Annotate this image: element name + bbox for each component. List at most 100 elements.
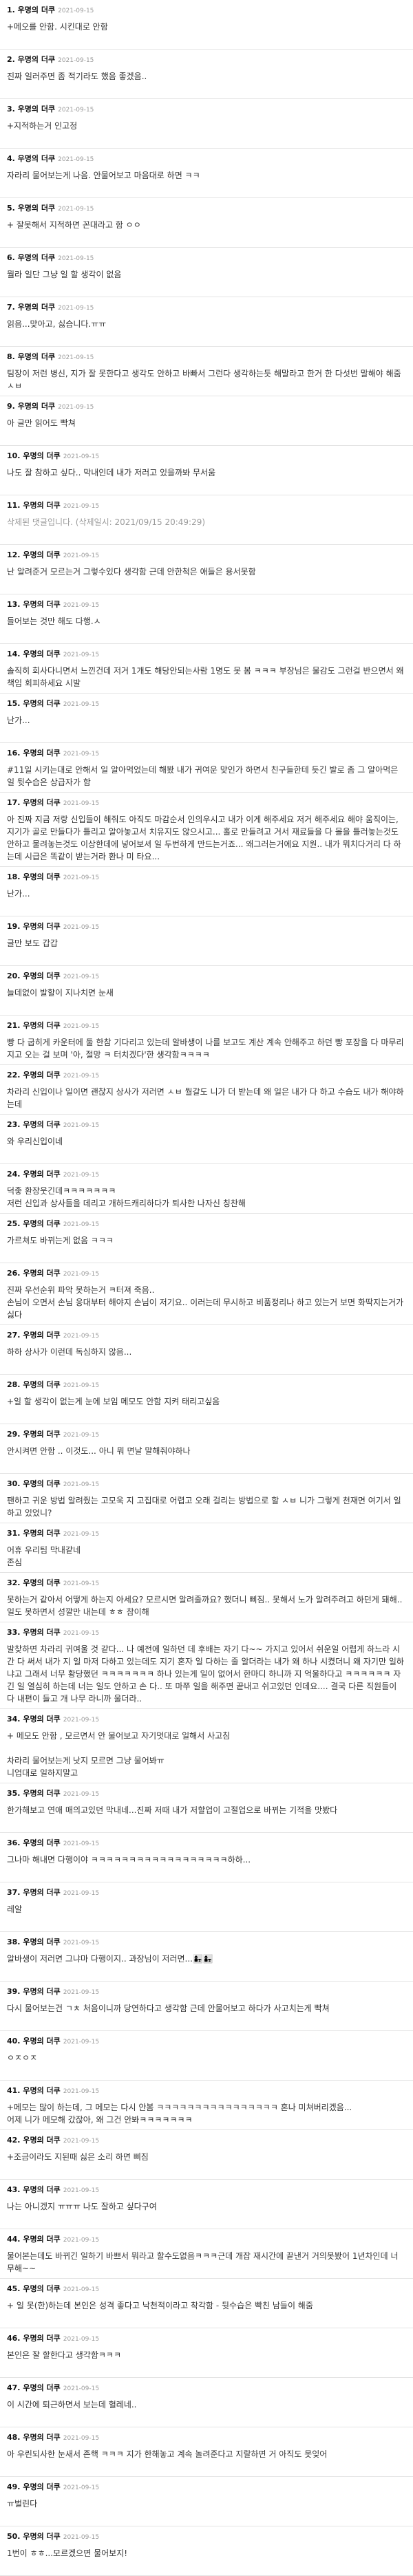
comment-header: 43. 우명의 더쿠 2021-09-15 — [7, 2185, 405, 2196]
comment-number[interactable]: 35. — [7, 1789, 21, 1798]
comment-author: 우명의 더쿠 — [20, 2136, 61, 2145]
comment-item: 47. 우명의 더쿠 2021-09-15 이 시간에 퇴근하면서 보는데 혈레네.… — [0, 2378, 413, 2427]
comment-date: 2021-09-15 — [63, 874, 100, 881]
comment-number[interactable]: 25. — [7, 1219, 21, 1228]
comment-item: 29. 우명의 더쿠 2021-09-15 안시켜면 안함 .. 이것도... 아니… — [0, 1424, 413, 1474]
comment-number[interactable]: 9. — [7, 402, 15, 411]
comment-header: 49. 우명의 더쿠 2021-09-15 — [7, 2482, 405, 2493]
comment-number[interactable]: 13. — [7, 600, 21, 609]
comment-date: 2021-09-15 — [58, 206, 94, 213]
comment-number[interactable]: 2. — [7, 55, 15, 64]
comment-number[interactable]: 4. — [7, 154, 15, 163]
comment-date: 2021-09-15 — [63, 2435, 100, 2442]
comment-body: 늘데없이 발할이 지나치면 눈새 — [7, 988, 114, 998]
comment-number[interactable]: 38. — [7, 1938, 21, 1946]
comment-item: 45. 우명의 더쿠 2021-09-15 + 일 못(한)하는데 본인은 성격 좋… — [0, 2279, 413, 2328]
comment-number[interactable]: 33. — [7, 1628, 21, 1637]
comment-body: 물어본는데도 바뀌긴 일하기 바쁘서 뭐라고 할수도없음ㅋㅋㅋ근데 개잡 재시간… — [7, 2251, 399, 2273]
comment-number[interactable]: 8. — [7, 352, 15, 361]
comment-number[interactable]: 29. — [7, 1430, 21, 1439]
comment-number[interactable]: 22. — [7, 1071, 21, 1080]
comment-item: 19. 우명의 더쿠 2021-09-15 글만 보도 갑갑 — [0, 916, 413, 966]
comment-header: 21. 우명의 더쿠 2021-09-15 — [7, 1020, 405, 1032]
comment-number[interactable]: 50. — [7, 2532, 21, 2541]
comment-date: 2021-09-15 — [63, 652, 100, 658]
comment-item: 39. 우명의 더쿠 2021-09-15 다시 물어보는건 ㄱㅊ 처음이니까 당연… — [0, 1982, 413, 2031]
comment-number[interactable]: 27. — [7, 1331, 21, 1340]
comment-header: 29. 우명의 더쿠 2021-09-15 — [7, 1429, 405, 1441]
comment-number[interactable]: 49. — [7, 2482, 21, 2491]
comment-header: 1. 우명의 더쿠 2021-09-15 — [7, 5, 405, 17]
comment-number[interactable]: 41. — [7, 2086, 21, 2095]
comment-author: 우명의 더쿠 — [20, 1838, 61, 1847]
comment-number[interactable]: 34. — [7, 1715, 21, 1724]
comment-number[interactable]: 46. — [7, 2334, 21, 2343]
comment-body: +지적하는거 인고정 — [7, 121, 78, 131]
comment-item: 22. 우명의 더쿠 2021-09-15 차라리 신입이나 일이면 괜찮지 상사가… — [0, 1065, 413, 1115]
comment-author: 우명의 더쿠 — [20, 972, 61, 980]
comment-number[interactable]: 23. — [7, 1120, 21, 1129]
comment-date: 2021-09-15 — [63, 1432, 100, 1439]
comment-number[interactable]: 40. — [7, 2037, 21, 2046]
comment-number[interactable]: 26. — [7, 1269, 21, 1278]
comment-header: 14. 우명의 더쿠 2021-09-15 — [7, 649, 405, 661]
comment-date: 2021-09-15 — [63, 1073, 100, 1080]
comment-body: 다시 물어보는건 ㄱㅊ 처음이니까 당연하다고 생각함 근데 안물어보고 하다가… — [7, 2004, 330, 2013]
comment-number[interactable]: 21. — [7, 1021, 21, 1030]
comment-author: 우명의 더쿠 — [20, 798, 61, 807]
comment-body: 차라리 신입이나 일이면 괜찮지 상사가 저러면 ㅅㅂ 뭘갈도 니가 더 받는데… — [7, 1087, 404, 1109]
comment-number[interactable]: 28. — [7, 1380, 21, 1389]
comment-author: 우명의 더쿠 — [20, 2235, 61, 2244]
comment-header: 12. 우명의 더쿠 2021-09-15 — [7, 550, 405, 561]
comment-author: 우명의 더쿠 — [14, 55, 56, 64]
comment-author: 우명의 더쿠 — [20, 2185, 61, 2194]
comment-number[interactable]: 20. — [7, 972, 21, 980]
comment-item: 17. 우명의 더쿠 2021-09-15 아 진짜 지금 저랑 신입들이 해줘도 … — [0, 793, 413, 867]
comment-header: 19. 우명의 더쿠 2021-09-15 — [7, 921, 405, 933]
comment-author: 우명의 더쿠 — [20, 1529, 61, 1538]
comment-number[interactable]: 15. — [7, 699, 21, 708]
comment-number[interactable]: 30. — [7, 1479, 21, 1488]
comment-number[interactable]: 36. — [7, 1838, 21, 1847]
comment-number[interactable]: 7. — [7, 303, 15, 312]
comment-number[interactable]: 12. — [7, 550, 21, 559]
comment-number[interactable]: 47. — [7, 2383, 21, 2392]
comment-item: 12. 우명의 더쿠 2021-09-15 난 알려준거 모르는거 그렇수있다 생각… — [0, 545, 413, 594]
comment-number[interactable]: 11. — [7, 501, 21, 510]
comment-author: 우명의 더쿠 — [20, 2334, 61, 2343]
comment-number[interactable]: 5. — [7, 204, 15, 213]
comment-number[interactable]: 10. — [7, 451, 21, 460]
comment-item: 20. 우명의 더쿠 2021-09-15 늘데없이 발할이 지나치면 눈새 — [0, 966, 413, 1016]
comment-number[interactable]: 24. — [7, 1170, 21, 1179]
comment-number[interactable]: 17. — [7, 798, 21, 807]
comment-header: 16. 우명의 더쿠 2021-09-15 — [7, 748, 405, 760]
comment-body: 아 글만 읽어도 빡쳐 — [7, 418, 76, 428]
comment-number[interactable]: 45. — [7, 2284, 21, 2293]
comment-number[interactable]: 6. — [7, 253, 15, 262]
comment-number[interactable]: 43. — [7, 2185, 21, 2194]
comment-number[interactable]: 42. — [7, 2136, 21, 2145]
comment-number[interactable]: 48. — [7, 2433, 21, 2442]
comment-item: 18. 우명의 더쿠 2021-09-15 난가... — [0, 867, 413, 916]
comment-item: 1. 우명의 더쿠 2021-09-15 +메오를 안함. 시킨대로 안함 — [0, 0, 413, 50]
comment-number[interactable]: 3. — [7, 105, 15, 114]
comment-number[interactable]: 16. — [7, 749, 21, 758]
comment-body: 그나마 해내면 다행이야 ㅋㅋㅋㅋㅋㅋㅋㅋㅋㅋㅋㅋㅋㅋㅋㅋㅋㅋ하하... — [7, 1855, 251, 1865]
comment-number[interactable]: 19. — [7, 922, 21, 931]
comment-author: 우명의 더쿠 — [20, 1987, 61, 1996]
comment-number[interactable]: 1. — [7, 6, 15, 14]
comment-date: 2021-09-15 — [63, 2187, 100, 2194]
comment-number[interactable]: 18. — [7, 872, 21, 881]
comment-number[interactable]: 31. — [7, 1529, 21, 1538]
comment-body: 솔직히 회사다니면서 느낀건데 저거 1개도 해당안되는사람 1명도 못 봄 ㅋ… — [7, 666, 404, 688]
comment-number[interactable]: 14. — [7, 650, 21, 658]
comment-number[interactable]: 32. — [7, 1578, 21, 1587]
comment-number[interactable]: 39. — [7, 1987, 21, 1996]
comment-author: 우명의 더쿠 — [14, 6, 56, 14]
comment-author: 우명의 더쿠 — [14, 204, 56, 213]
comment-author: 우명의 더쿠 — [20, 1120, 61, 1129]
comment-number[interactable]: 44. — [7, 2235, 21, 2244]
comment-number[interactable]: 37. — [7, 1888, 21, 1897]
comment-body: ㅠ벌린다 — [7, 2499, 38, 2509]
comment-author: 우명의 더쿠 — [20, 600, 61, 609]
